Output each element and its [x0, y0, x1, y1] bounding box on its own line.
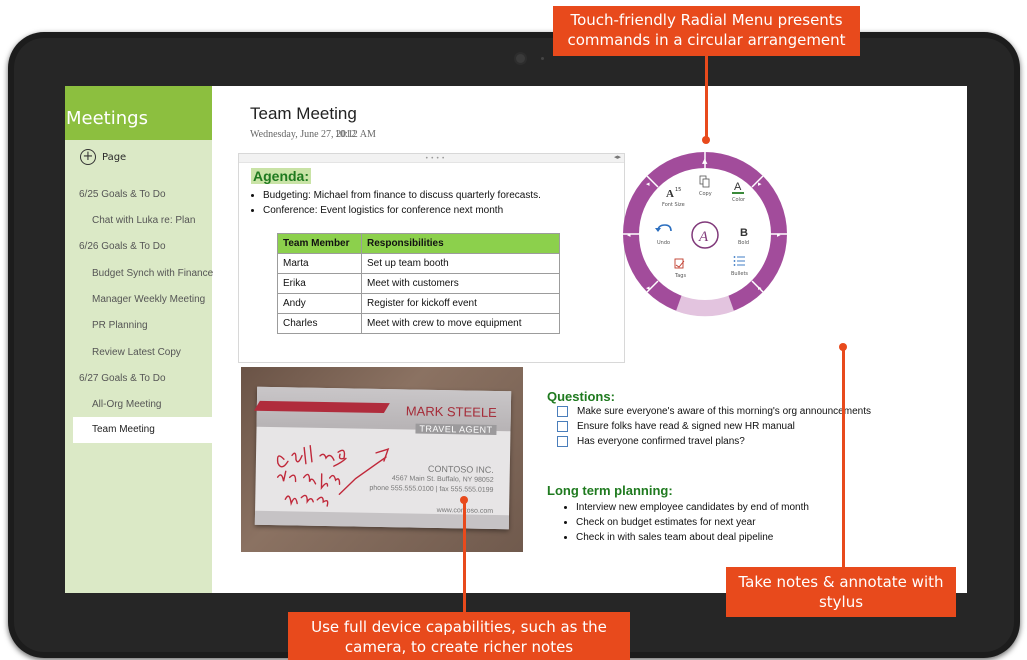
arrow-se-icon[interactable]: ▸	[758, 284, 762, 292]
card-company: CONTOSO INC.	[427, 463, 494, 475]
card-name: MARK STEELE	[405, 403, 497, 420]
todo-text[interactable]: Has everyone confirmed travel plans?	[577, 436, 745, 447]
business-card-photo[interactable]: MARK STEELE TRAVEL AGENT CONTOSO INC. 45…	[241, 367, 523, 552]
table-cell[interactable]: Meet with crew to move equipment	[361, 313, 560, 334]
color-label: Color	[732, 197, 746, 203]
agenda-heading: Agenda:	[251, 168, 311, 184]
table-cell[interactable]: Charles	[277, 313, 362, 334]
responsibilities-table: Team Member Responsibilities Marta Set u…	[277, 233, 560, 334]
business-card: MARK STEELE TRAVEL AGENT CONTOSO INC. 45…	[253, 386, 512, 530]
questions-heading: Questions:	[547, 389, 615, 404]
todo-item[interactable]: Make sure everyone's aware of this morni…	[557, 406, 871, 417]
camera-icon	[516, 54, 525, 63]
sidebar-header: Meetings	[65, 86, 212, 140]
sidebar-item-team-meeting[interactable]: Team Meeting	[73, 417, 212, 443]
todo-text[interactable]: Ensure folks have read & signed new HR m…	[577, 421, 795, 432]
container-handle-bar[interactable]: • • • • ◂▸	[239, 153, 624, 163]
arrow-nw-icon[interactable]: ◂	[646, 180, 650, 188]
planning-heading: Long term planning:	[547, 483, 673, 498]
bold-item[interactable]: B Bold	[738, 227, 749, 246]
table-row: Erika Meet with customers	[277, 273, 560, 294]
checkbox[interactable]	[557, 421, 568, 432]
card-title: TRAVEL AGENT	[415, 423, 497, 435]
color-icon: A	[734, 181, 742, 193]
sidebar-item-6-27-goals[interactable]: 6/27 Goals & To Do	[79, 373, 166, 384]
arrow-up-icon[interactable]: ▲	[702, 157, 708, 165]
radial-menu[interactable]: ▲ ▸ ▸ ▸ ◂ ◂ ◂ A A 15 Font Size Copy A Co…	[620, 149, 790, 319]
sidebar-item-manager-weekly[interactable]: Manager Weekly Meeting	[92, 294, 205, 305]
sidebar: Meetings + Page 6/25 Goals & To Do Chat …	[65, 86, 213, 593]
callout-radial-dot	[702, 136, 710, 144]
tags-label: Tags	[674, 273, 686, 279]
column-header[interactable]: Team Member	[277, 233, 362, 254]
sidebar-item-6-25-goals[interactable]: 6/25 Goals & To Do	[79, 189, 166, 200]
list-item[interactable]: Check in with sales team about deal pipe…	[576, 530, 809, 545]
callout-camera-line	[463, 500, 466, 612]
onenote-letter-icon: A	[698, 229, 709, 245]
agenda-list: Budgeting: Michael from finance to discu…	[251, 188, 541, 218]
undo-label: Undo	[657, 240, 670, 246]
sidebar-item-review-copy[interactable]: Review Latest Copy	[92, 347, 181, 358]
callout-stylus-dot	[839, 343, 847, 351]
notebook-title: Meetings	[66, 108, 148, 129]
todo-text[interactable]: Make sure everyone's aware of this morni…	[577, 406, 871, 417]
arrow-ne-icon[interactable]: ▸	[758, 180, 762, 188]
callout-camera: Use full device capabilities, such as th…	[288, 612, 630, 660]
sidebar-item-pr-planning[interactable]: PR Planning	[92, 320, 148, 331]
note-container[interactable]: • • • • ◂▸ Agenda: Budgeting: Michael fr…	[238, 153, 625, 363]
sidebar-item-chat-luka[interactable]: Chat with Luka re: Plan	[92, 215, 195, 226]
table-header-row: Team Member Responsibilities	[277, 233, 560, 254]
table-cell[interactable]: Register for kickoff event	[361, 293, 560, 314]
copy-label: Copy	[699, 191, 712, 197]
checkbox[interactable]	[557, 436, 568, 447]
planning-list: Interview new employee candidates by end…	[564, 500, 809, 545]
page-time: 10:12 AM	[335, 129, 376, 140]
sidebar-item-budget-synch[interactable]: Budget Synch with Finance	[92, 268, 213, 279]
arrow-left-icon[interactable]: ◂	[627, 231, 631, 239]
table-cell[interactable]: Andy	[277, 293, 362, 314]
plus-icon: +	[80, 149, 96, 165]
callout-radial-line	[705, 56, 708, 138]
page-title[interactable]: Team Meeting	[250, 104, 357, 124]
list-item[interactable]: Interview new employee candidates by end…	[576, 500, 809, 515]
bullets-label: Bullets	[731, 271, 748, 277]
sidebar-item-all-org[interactable]: All-Org Meeting	[92, 399, 161, 410]
screen: Meetings + Page 6/25 Goals & To Do Chat …	[65, 86, 967, 593]
table-row: Charles Meet with crew to move equipment	[277, 313, 560, 334]
table-cell[interactable]: Set up team booth	[361, 253, 560, 274]
table-cell[interactable]: Marta	[277, 253, 362, 274]
checkbox[interactable]	[557, 406, 568, 417]
arrow-sw-icon[interactable]: ◂	[646, 284, 650, 292]
todo-item[interactable]: Has everyone confirmed travel plans?	[557, 436, 745, 447]
column-header[interactable]: Responsibilities	[361, 233, 560, 254]
bold-label: Bold	[738, 240, 749, 246]
list-item[interactable]: Check on budget estimates for next year	[576, 515, 809, 530]
table-cell[interactable]: Erika	[277, 273, 362, 294]
font-size-sup-icon: 15	[675, 187, 681, 193]
add-page-label: Page	[102, 151, 127, 163]
font-size-icon: A	[666, 188, 674, 200]
list-item[interactable]: Conference: Event logistics for conferen…	[263, 203, 541, 218]
table-cell[interactable]: Meet with customers	[361, 273, 560, 294]
table-row: Andy Register for kickoff event	[277, 293, 560, 314]
handwriting-annotation	[276, 445, 390, 507]
callout-stylus-line	[842, 347, 845, 567]
callout-camera-dot	[460, 496, 468, 504]
bold-icon: B	[740, 227, 748, 239]
callout-radial-menu: Touch-friendly Radial Menu presents comm…	[553, 6, 860, 56]
callout-stylus: Take notes & annotate with stylus	[726, 567, 956, 617]
todo-item[interactable]: Ensure folks have read & signed new HR m…	[557, 421, 795, 432]
grip-icon[interactable]: • • • •	[425, 155, 445, 162]
table-row: Marta Set up team booth	[277, 253, 560, 274]
sensor-icon	[541, 57, 544, 60]
arrow-right-icon[interactable]: ▸	[777, 231, 781, 239]
font-size-label: Font Size	[662, 202, 685, 208]
sidebar-item-6-26-goals[interactable]: 6/26 Goals & To Do	[79, 241, 166, 252]
list-item[interactable]: Budgeting: Michael from finance to discu…	[263, 188, 541, 203]
add-page-button[interactable]: + Page	[80, 149, 126, 165]
